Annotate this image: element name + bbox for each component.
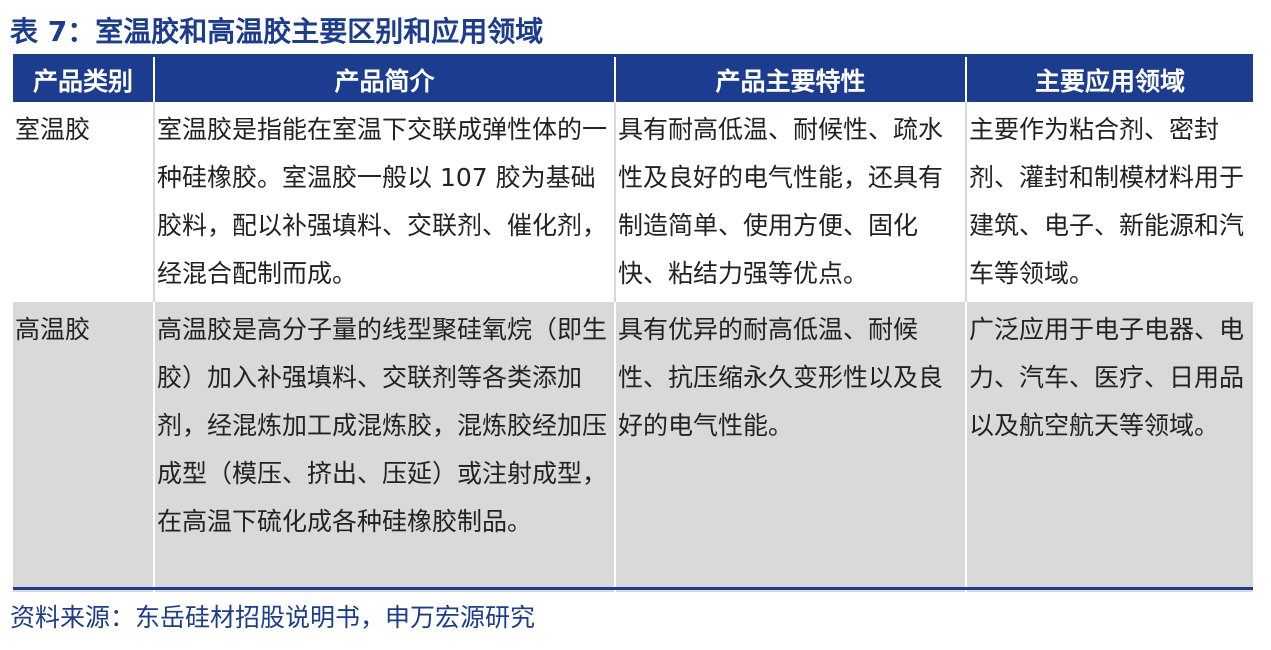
cell-category: 室温胶 — [13, 102, 154, 302]
header-applications: 主要应用领域 — [965, 54, 1253, 102]
header-features: 产品主要特性 — [614, 54, 966, 102]
header-row: 产品类别 产品简介 产品主要特性 主要应用领域 — [13, 54, 1253, 102]
cell-category: 高温胶 — [13, 302, 154, 592]
cell-applications: 主要作为粘合剂、密封剂、灌封和制模材料用于建筑、电子、新能源和汽车等领域。 — [965, 102, 1253, 302]
header-intro: 产品简介 — [153, 54, 615, 102]
table-title: 表 7：室温胶和高温胶主要区别和应用领域 — [10, 15, 544, 48]
cell-features: 具有耐高低温、耐候性、疏水性及良好的电气性能，还具有制造简单、使用方便、固化快、… — [614, 102, 966, 302]
cell-intro: 高温胶是高分子量的线型聚硅氧烷（即生胶）加入补强填料、交联剂等各类添加剂，经混炼… — [153, 302, 615, 592]
table-row: 高温胶 高温胶是高分子量的线型聚硅氧烷（即生胶）加入补强填料、交联剂等各类添加剂… — [13, 302, 1253, 592]
header-category: 产品类别 — [13, 54, 154, 102]
cell-features: 具有优异的耐高低温、耐候性、抗压缩永久变形性以及良好的电气性能。 — [614, 302, 966, 592]
table-row: 室温胶 室温胶是指能在室温下交联成弹性体的一种硅橡胶。室温胶一般以 107 胶为… — [13, 102, 1253, 302]
cell-applications: 广泛应用于电子电器、电力、汽车、医疗、日用品以及航空航天等领域。 — [965, 302, 1253, 592]
source-note: 资料来源：东岳硅材招股说明书，申万宏源研究 — [10, 603, 536, 632]
comparison-table: 产品类别 产品简介 产品主要特性 主要应用领域 室温胶 室温胶是指能在室温下交联… — [13, 54, 1253, 592]
table-bottom-rule — [13, 587, 1253, 590]
cell-intro: 室温胶是指能在室温下交联成弹性体的一种硅橡胶。室温胶一般以 107 胶为基础胶料… — [153, 102, 615, 302]
